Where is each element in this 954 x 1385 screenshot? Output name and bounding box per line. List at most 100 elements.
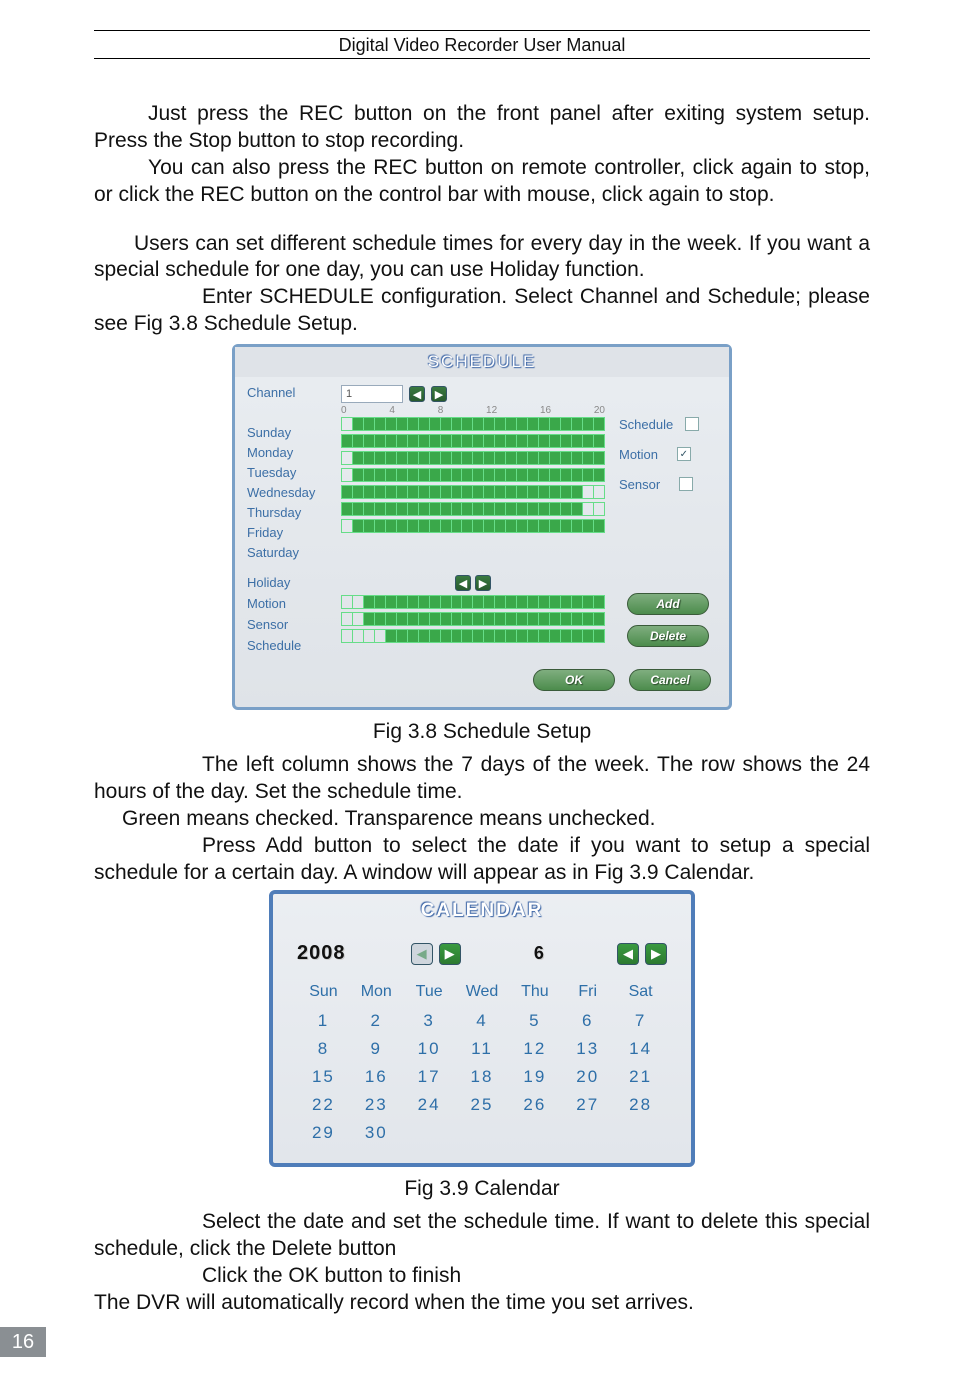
schedule-row[interactable] — [341, 612, 605, 626]
calendar-grid: SunMonTueWedThuFriSat1234567891011121314… — [273, 975, 691, 1145]
calendar-day[interactable]: 11 — [456, 1037, 509, 1061]
tick: 16 — [540, 405, 551, 416]
channel-next-icon[interactable]: ▶ — [431, 386, 447, 402]
day-thursday: Thursday — [247, 504, 333, 521]
day-monday: Monday — [247, 444, 333, 461]
calendar-day[interactable]: 4 — [456, 1009, 509, 1033]
tick: 20 — [594, 405, 605, 416]
calendar-day[interactable]: 3 — [403, 1009, 456, 1033]
paragraph-6: Green means checked. Transparence means … — [94, 806, 870, 833]
schedule-row[interactable] — [341, 485, 605, 499]
paragraph-9: Click the OK button to finish — [94, 1263, 870, 1290]
calendar-day — [614, 1121, 667, 1145]
channel-value: 1 — [346, 388, 352, 400]
holiday-prev-icon[interactable]: ◀ — [455, 575, 471, 591]
calendar-day — [561, 1121, 614, 1145]
day-tuesday: Tuesday — [247, 464, 333, 481]
calendar-day[interactable]: 8 — [297, 1037, 350, 1061]
schedule-row[interactable] — [341, 502, 605, 516]
calendar-day[interactable]: 5 — [508, 1009, 561, 1033]
ok-button[interactable]: OK — [533, 669, 615, 691]
legend-label: Motion — [619, 447, 658, 462]
calendar-day[interactable]: 25 — [456, 1093, 509, 1117]
holiday-grid[interactable] — [341, 595, 611, 643]
calendar-day[interactable]: 6 — [561, 1009, 614, 1033]
calendar-day[interactable]: 1 — [297, 1009, 350, 1033]
channel-input[interactable]: 1 — [341, 385, 403, 403]
paragraph-3: Users can set different schedule times f… — [94, 231, 870, 285]
holiday-label: Holiday — [247, 575, 333, 592]
holiday-next-icon[interactable]: ▶ — [475, 575, 491, 591]
weekday-header: Sun — [297, 979, 350, 1005]
month-next-icon[interactable]: ▶ — [645, 943, 667, 965]
schedule-row[interactable] — [341, 629, 605, 643]
calendar-day[interactable]: 14 — [614, 1037, 667, 1061]
tick: 12 — [486, 405, 497, 416]
calendar-day[interactable]: 20 — [561, 1065, 614, 1089]
calendar-day[interactable]: 13 — [561, 1037, 614, 1061]
schedule-row[interactable] — [341, 468, 605, 482]
calendar-day[interactable]: 18 — [456, 1065, 509, 1089]
calendar-day[interactable]: 10 — [403, 1037, 456, 1061]
schedule-row[interactable] — [341, 595, 605, 609]
schedule-title: SCHEDULE — [235, 347, 729, 377]
calendar-day[interactable]: 15 — [297, 1065, 350, 1089]
header-title: Digital Video Recorder User Manual — [94, 35, 870, 56]
cancel-button[interactable]: Cancel — [629, 669, 711, 691]
calendar-day[interactable]: 7 — [614, 1009, 667, 1033]
add-button[interactable]: Add — [627, 593, 709, 615]
weekday-header: Thu — [508, 979, 561, 1005]
delete-button[interactable]: Delete — [627, 625, 709, 647]
calendar-day — [508, 1121, 561, 1145]
day-wednesday: Wednesday — [247, 484, 333, 501]
calendar-dialog: CALENDAR 2008 ◀ ▶ 6 ◀ ▶ SunMonTueWedThuF… — [269, 890, 695, 1167]
schedule-row[interactable] — [341, 417, 605, 431]
schedule-row[interactable] — [341, 451, 605, 465]
day-grid[interactable] — [341, 417, 611, 533]
hour-axis: 0 4 8 12 16 20 — [341, 405, 605, 416]
calendar-day[interactable]: 24 — [403, 1093, 456, 1117]
calendar-day[interactable]: 26 — [508, 1093, 561, 1117]
paragraph-5: The left column shows the 7 days of the … — [94, 752, 870, 806]
calendar-day[interactable]: 29 — [297, 1121, 350, 1145]
calendar-day[interactable]: 21 — [614, 1065, 667, 1089]
year-prev-icon[interactable]: ◀ — [411, 943, 433, 965]
weekday-header: Fri — [561, 979, 614, 1005]
calendar-month: 6 — [534, 943, 544, 964]
day-friday: Friday — [247, 524, 333, 541]
calendar-day[interactable]: 22 — [297, 1093, 350, 1117]
tick: 4 — [389, 405, 395, 416]
calendar-day[interactable]: 27 — [561, 1093, 614, 1117]
caption-schedule: Fig 3.8 Schedule Setup — [94, 720, 870, 744]
holiday-sensor-label: Sensor — [247, 617, 333, 634]
legend-motion[interactable]: Motion — [619, 445, 717, 463]
legend-sensor[interactable]: Sensor — [619, 475, 717, 493]
calendar-day[interactable]: 16 — [350, 1065, 403, 1089]
tick: 0 — [341, 405, 347, 416]
paragraph-8: Select the date and set the schedule tim… — [94, 1209, 870, 1263]
calendar-day[interactable]: 12 — [508, 1037, 561, 1061]
weekday-header: Tue — [403, 979, 456, 1005]
year-next-icon[interactable]: ▶ — [439, 943, 461, 965]
schedule-row[interactable] — [341, 519, 605, 533]
calendar-day[interactable]: 30 — [350, 1121, 403, 1145]
checkbox-icon[interactable] — [685, 417, 699, 431]
calendar-day[interactable]: 9 — [350, 1037, 403, 1061]
month-prev-icon[interactable]: ◀ — [617, 943, 639, 965]
calendar-day[interactable]: 23 — [350, 1093, 403, 1117]
caption-calendar: Fig 3.9 Calendar — [94, 1177, 870, 1201]
paragraph-4: Enter SCHEDULE configuration. Select Cha… — [94, 284, 870, 338]
checkbox-icon[interactable] — [677, 447, 691, 461]
calendar-day[interactable]: 2 — [350, 1009, 403, 1033]
calendar-day[interactable]: 28 — [614, 1093, 667, 1117]
schedule-row[interactable] — [341, 434, 605, 448]
channel-prev-icon[interactable]: ◀ — [409, 386, 425, 402]
tick: 8 — [438, 405, 444, 416]
legend-label: Schedule — [619, 417, 673, 432]
calendar-day[interactable]: 19 — [508, 1065, 561, 1089]
calendar-day[interactable]: 17 — [403, 1065, 456, 1089]
checkbox-icon[interactable] — [679, 477, 693, 491]
legend-schedule[interactable]: Schedule — [619, 415, 717, 433]
page-number-badge: 16 — [0, 1327, 46, 1357]
calendar-title: CALENDAR — [273, 894, 691, 928]
